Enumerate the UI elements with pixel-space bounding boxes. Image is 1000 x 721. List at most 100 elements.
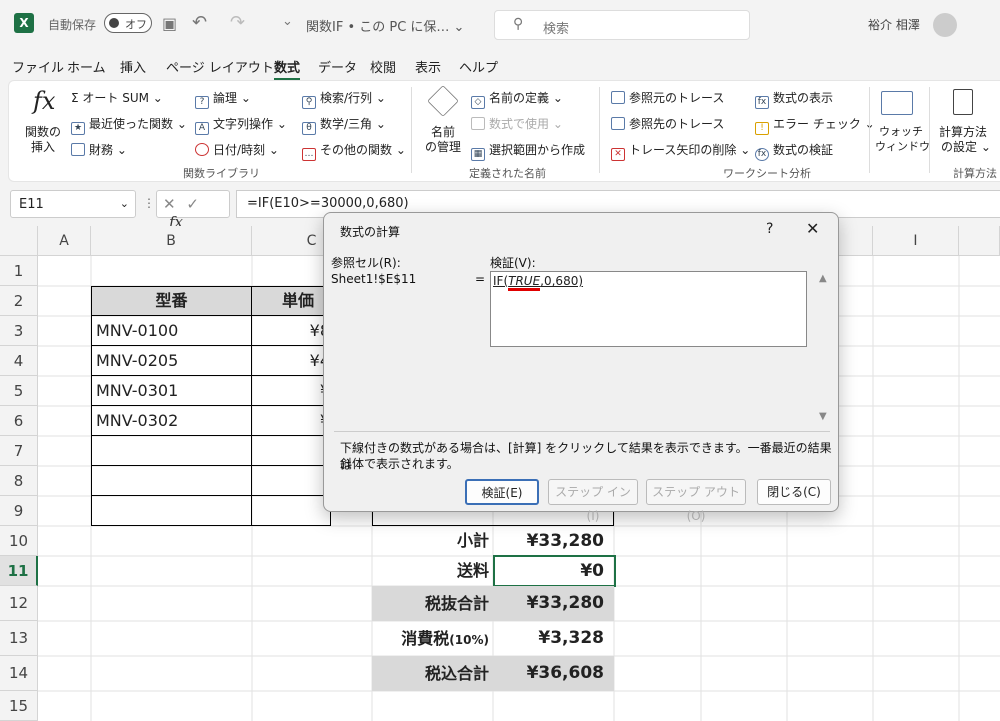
tab-insert[interactable]: 挿入 [120,57,146,76]
row-header[interactable]: 14 [0,656,38,691]
watch-window-icon[interactable] [881,91,913,115]
search-box[interactable]: ⚲ 検索 [494,10,750,40]
tab-view[interactable]: 表示 [415,57,441,76]
row-header[interactable]: 3 [0,316,38,346]
row-header[interactable]: 12 [0,586,38,621]
watch-window-label1[interactable]: ウォッチ [879,123,923,139]
define-name-button[interactable]: ◇ 名前の定義 ⌄ [471,89,563,109]
name-box[interactable]: E11 ⌄ [10,190,136,218]
close-icon[interactable]: ✕ [806,219,819,238]
recent-functions-button[interactable]: ★ 最近使った関数 ⌄ [71,115,187,135]
table-cell[interactable] [251,465,331,496]
row-header[interactable]: 10 [0,526,38,556]
tab-page-layout[interactable]: ページ レイアウト [166,57,274,76]
tab-data[interactable]: データ [318,57,357,76]
subtotal-value[interactable]: ¥33,280 [493,526,614,556]
row-header[interactable]: 11 [0,556,38,586]
tab-home[interactable]: ホーム [67,57,106,76]
tab-formulas[interactable]: 数式 [274,57,301,81]
undo-icon[interactable]: ↶ [192,12,207,33]
evaluate-formula-button[interactable]: fx 数式の検証 [755,141,833,161]
scroll-down-icon[interactable]: ▼ [819,411,827,422]
tab-review[interactable]: 校閲 [370,57,396,76]
redo-icon[interactable]: ↷ [230,12,245,33]
calc-options-label2[interactable]: の設定 ⌄ [941,138,991,155]
column-header[interactable]: I [873,226,959,256]
column-header[interactable] [959,226,1000,256]
close-button[interactable]: 閉じる(C) [757,479,831,505]
table-cell[interactable]: ¥ [251,375,331,406]
autosum-button[interactable]: Σ オート SUM ⌄ [71,89,163,106]
quick-access-icon[interactable]: ⌄ [282,14,293,29]
evaluation-box[interactable]: IF(TRUE,0,680) [490,271,807,347]
error-checking-button[interactable]: ! エラー チェック ⌄ [755,115,875,135]
step-in-button[interactable]: ステップ イン(I) [548,479,638,523]
row-header[interactable]: 1 [0,256,38,286]
remove-arrows-button[interactable]: ✕ トレース矢印の削除 ⌄ [611,141,750,161]
row-header[interactable]: 13 [0,621,38,656]
table-cell[interactable]: ¥8 [251,315,331,346]
logical-button[interactable]: ? 論理 ⌄ [195,89,251,109]
lookup-button[interactable]: ⚲ 検索/行列 ⌄ [302,89,386,109]
use-in-formula-button[interactable]: 数式で使用 ⌄ [471,115,563,132]
tab-help[interactable]: ヘルプ [459,57,498,76]
evaluate-button[interactable]: 検証(E) [465,479,539,505]
financial-button[interactable]: 財務 ⌄ [71,141,127,158]
subtotal-label[interactable]: 小計 [372,526,493,556]
shipping-label[interactable]: 送料 [372,556,493,586]
tax-value[interactable]: ¥3,328 [493,621,614,656]
avatar[interactable] [933,13,957,37]
row-header[interactable]: 7 [0,436,38,466]
datetime-button[interactable]: 日付/時刻 ⌄ [195,141,279,158]
table-cell[interactable]: MNV-0100 [91,315,252,346]
table-cell[interactable]: MNV-0302 [91,405,252,436]
table-cell[interactable]: ¥4 [251,345,331,376]
calculator-icon[interactable] [953,89,973,115]
total-value[interactable]: ¥36,608 [493,656,614,691]
text-button[interactable]: A 文字列操作 ⌄ [195,115,287,135]
show-formulas-button[interactable]: fx 数式の表示 [755,89,833,109]
row-header[interactable]: 2 [0,286,38,316]
table-cell[interactable] [91,435,252,466]
trace-precedents-button[interactable]: 参照元のトレース [611,89,724,106]
document-title[interactable]: 関数IF • この PC に保… ⌄ [306,16,464,35]
row-header[interactable]: 4 [0,346,38,376]
save-icon[interactable]: ▣ [162,14,177,33]
table-cell[interactable] [91,495,252,526]
more-functions-button[interactable]: … その他の関数 ⌄ [302,141,406,161]
insert-function-label2[interactable]: 挿入 [31,138,55,155]
autosave-toggle[interactable]: オフ [104,13,152,33]
row-header[interactable]: 9 [0,496,38,526]
header-cell-price[interactable]: 単価 [251,286,331,316]
tag-icon[interactable] [427,85,459,117]
total-label[interactable]: 税込合計 [372,656,493,691]
step-out-button[interactable]: ステップ アウト(O) [646,479,746,523]
watch-window-label2[interactable]: ウィンドウ [875,138,930,154]
column-header[interactable]: A [38,226,91,256]
name-manager-label2[interactable]: の管理 [425,138,461,155]
table-cell[interactable] [251,495,331,526]
table-cell[interactable]: ¥ [251,405,331,436]
check-icon[interactable]: ✓ [186,195,199,213]
table-cell[interactable]: MNV-0301 [91,375,252,406]
scrollbar[interactable]: ▲ ▼ [817,271,831,425]
math-button[interactable]: θ 数学/三角 ⌄ [302,115,386,135]
table-cell[interactable] [251,435,331,466]
selected-cell-e11[interactable]: ¥0 [493,555,616,587]
select-all-corner[interactable] [0,226,38,256]
cancel-icon[interactable]: ✕ [163,195,176,213]
pretax-total-value[interactable]: ¥33,280 [493,586,614,621]
tab-file[interactable]: ファイル [12,57,64,76]
table-cell[interactable]: MNV-0205 [91,345,252,376]
row-header[interactable]: 8 [0,466,38,496]
create-from-selection-button[interactable]: ▦ 選択範囲から作成 [471,141,585,161]
row-header[interactable]: 15 [0,691,38,721]
row-header[interactable]: 5 [0,376,38,406]
pretax-total-label[interactable]: 税抜合計 [372,586,493,621]
row-header[interactable]: 6 [0,406,38,436]
help-icon[interactable]: ? [766,221,773,237]
tax-label[interactable]: 消費税(10%) [372,621,493,656]
table-cell[interactable] [91,465,252,496]
column-header[interactable]: B [91,226,252,256]
header-cell-model[interactable]: 型番 [91,286,252,316]
